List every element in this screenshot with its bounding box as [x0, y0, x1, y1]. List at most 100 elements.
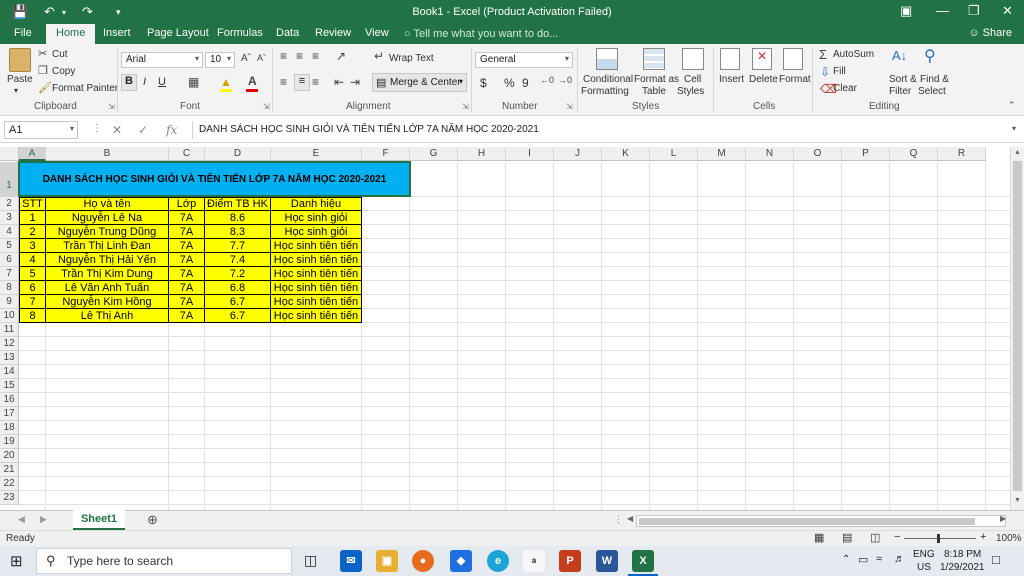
- column-header-a[interactable]: A: [19, 147, 46, 161]
- table-cell[interactable]: Học sinh tiên tiến: [271, 281, 362, 295]
- table-cell[interactable]: 6.7: [205, 295, 271, 309]
- row-header-17[interactable]: 17: [0, 407, 19, 421]
- column-header-o[interactable]: O: [794, 147, 842, 161]
- wrap-text-button[interactable]: Wrap Text: [389, 53, 434, 64]
- percent-button[interactable]: %: [504, 76, 515, 90]
- tab-formulas[interactable]: Formulas: [217, 27, 263, 39]
- firefox-icon[interactable]: ●: [412, 550, 434, 572]
- decrease-indent-icon[interactable]: ⇤: [334, 75, 344, 89]
- table-cell[interactable]: Nguyễn Lê Na: [46, 211, 169, 225]
- italic-button[interactable]: I: [143, 76, 146, 88]
- column-header-f[interactable]: F: [362, 147, 410, 161]
- grow-font-icon[interactable]: Aˆ: [241, 53, 251, 64]
- format-as-table-label-1[interactable]: Format as: [634, 74, 679, 85]
- tab-data[interactable]: Data: [276, 27, 299, 39]
- horizontal-scrollbar[interactable]: [636, 515, 1006, 527]
- paste-dropdown-icon[interactable]: ▾: [14, 86, 18, 95]
- paste-icon[interactable]: [9, 48, 31, 72]
- top-align-icon[interactable]: ≡: [280, 49, 287, 63]
- column-header-m[interactable]: M: [698, 147, 746, 161]
- table-cell[interactable]: Nguyễn Trung Dũng: [46, 225, 169, 239]
- zoom-slider[interactable]: [904, 538, 976, 539]
- column-header-h[interactable]: H: [458, 147, 506, 161]
- table-cell[interactable]: 7A: [169, 225, 205, 239]
- clear-button[interactable]: Clear: [833, 83, 857, 94]
- table-cell[interactable]: Trần Thị Linh Đan: [46, 239, 169, 253]
- zoom-level[interactable]: 100%: [996, 533, 1022, 544]
- table-cell[interactable]: 8: [19, 309, 46, 323]
- column-header-e[interactable]: E: [271, 147, 362, 161]
- row-header-2[interactable]: 2: [0, 197, 19, 211]
- zoom-slider-thumb[interactable]: [937, 534, 940, 543]
- row-header-13[interactable]: 13: [0, 351, 19, 365]
- insert-cells-button[interactable]: Insert: [719, 74, 744, 85]
- row-header-15[interactable]: 15: [0, 379, 19, 393]
- conditional-formatting-label-1[interactable]: Conditional: [583, 74, 633, 85]
- clock-date[interactable]: 1/29/2021: [940, 562, 985, 573]
- align-center-button[interactable]: ≡: [294, 74, 310, 91]
- table-cell[interactable]: 4: [19, 253, 46, 267]
- decrease-decimal-icon[interactable]: →0: [558, 75, 572, 85]
- cell-styles-label-1[interactable]: Cell: [684, 74, 701, 85]
- table-cell[interactable]: 7A: [169, 295, 205, 309]
- table-cell[interactable]: 3: [19, 239, 46, 253]
- normal-view-icon[interactable]: ▦: [814, 531, 824, 544]
- table-header-cell[interactable]: Họ và tên: [46, 197, 169, 211]
- column-header-l[interactable]: L: [650, 147, 698, 161]
- table-cell[interactable]: 7.4: [205, 253, 271, 267]
- increase-decimal-icon[interactable]: ←0: [540, 75, 554, 85]
- table-cell[interactable]: Trần Thị Kim Dung: [46, 267, 169, 281]
- row-header-4[interactable]: 4: [0, 225, 19, 239]
- table-cell[interactable]: 7A: [169, 281, 205, 295]
- splitter-icon[interactable]: ⋮: [614, 514, 623, 525]
- ribbon-display-icon[interactable]: ▣: [900, 3, 912, 19]
- prev-sheet-icon[interactable]: ◀: [18, 514, 25, 525]
- fill-button[interactable]: Fill: [833, 66, 846, 77]
- table-cell[interactable]: 1: [19, 211, 46, 225]
- row-header-18[interactable]: 18: [0, 421, 19, 435]
- expand-formula-bar-icon[interactable]: ▾: [1012, 124, 1016, 133]
- table-cell[interactable]: Học sinh tiên tiến: [271, 309, 362, 323]
- row-header-8[interactable]: 8: [0, 281, 19, 295]
- row-header-20[interactable]: 20: [0, 449, 19, 463]
- table-header-cell[interactable]: Lớp: [169, 197, 205, 211]
- column-header-d[interactable]: D: [205, 147, 271, 161]
- table-cell[interactable]: 7.7: [205, 239, 271, 253]
- row-header-19[interactable]: 19: [0, 435, 19, 449]
- row-header-9[interactable]: 9: [0, 295, 19, 309]
- formula-input[interactable]: DANH SÁCH HỌC SINH GIỎI VÀ TIÊN TIẾN LỚP…: [192, 121, 1018, 139]
- notifications-icon[interactable]: □: [992, 552, 1000, 567]
- bold-button[interactable]: B: [121, 74, 137, 91]
- table-title-cell[interactable]: DANH SÁCH HỌC SINH GIỎI VÀ TIÊN TIẾN LỚP…: [19, 162, 410, 196]
- format-painter-button[interactable]: Format Painter: [52, 83, 118, 94]
- column-header-c[interactable]: C: [169, 147, 205, 161]
- file-explorer-icon[interactable]: ▣: [376, 550, 398, 572]
- format-as-table-label-2[interactable]: Table: [642, 86, 666, 97]
- table-cell[interactable]: Học sinh tiên tiến: [271, 295, 362, 309]
- find-select-label-1[interactable]: Find &: [920, 74, 949, 85]
- font-launcher-icon[interactable]: ⇲: [263, 102, 270, 111]
- excel-icon[interactable]: X: [632, 550, 654, 572]
- word-icon[interactable]: W: [596, 550, 618, 572]
- row-header-22[interactable]: 22: [0, 477, 19, 491]
- row-header-14[interactable]: 14: [0, 365, 19, 379]
- tab-page-layout[interactable]: Page Layout: [147, 27, 209, 39]
- borders-icon[interactable]: ▦: [188, 75, 199, 89]
- battery-icon[interactable]: ▭: [858, 553, 868, 566]
- wifi-icon[interactable]: ≈: [876, 553, 882, 565]
- table-cell[interactable]: Lê Văn Anh Tuấn: [46, 281, 169, 295]
- zoom-out-icon[interactable]: −: [894, 531, 900, 543]
- table-cell[interactable]: 6: [19, 281, 46, 295]
- underline-button[interactable]: U: [158, 76, 166, 88]
- alignment-launcher-icon[interactable]: ⇲: [462, 102, 469, 111]
- cancel-entry-icon[interactable]: ✕: [112, 123, 122, 137]
- share-button[interactable]: ☺ Share: [968, 27, 1012, 39]
- row-header-16[interactable]: 16: [0, 393, 19, 407]
- tab-home[interactable]: Home: [46, 24, 96, 44]
- delete-cells-button[interactable]: Delete: [749, 74, 778, 85]
- insert-function-icon[interactable]: fx: [166, 123, 177, 137]
- align-left-icon[interactable]: ≡: [280, 75, 287, 89]
- name-box[interactable]: A1 ▾: [4, 121, 78, 139]
- column-header-i[interactable]: I: [506, 147, 554, 161]
- middle-align-icon[interactable]: ≡: [296, 49, 303, 63]
